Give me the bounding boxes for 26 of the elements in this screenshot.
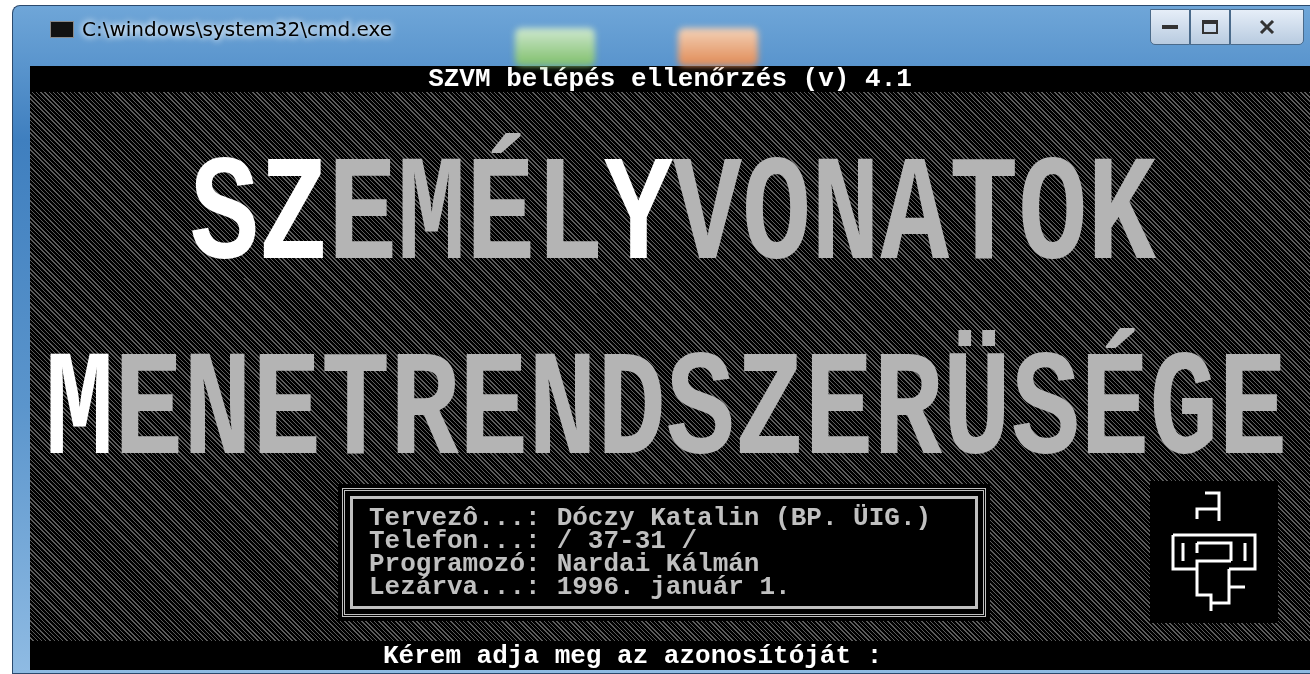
info-value: / 37-31 / — [556, 530, 698, 553]
minimize-icon — [1162, 24, 1178, 30]
info-label: Telefon...: — [369, 530, 541, 553]
banner-text: EMÉL — [328, 132, 605, 287]
banner-text: SZ — [190, 132, 329, 287]
banner-text: VONATOK — [673, 132, 1157, 287]
window-title: C:\windows\system32\cmd.exe — [82, 17, 392, 41]
info-label: Tervezô...: — [369, 507, 541, 530]
banner-text: M — [45, 327, 114, 482]
minimize-button[interactable] — [1150, 9, 1190, 45]
banner-text: Y — [604, 132, 674, 287]
close-icon — [1259, 20, 1275, 34]
blurred-icon — [678, 28, 758, 66]
prompt-text: Kérem adja meg az azonosítóját : — [383, 640, 883, 671]
console-icon — [50, 20, 74, 38]
info-value: Nardai Kálmán — [556, 553, 760, 576]
info-label: Lezárva...: — [369, 576, 541, 599]
blurred-icon — [515, 28, 595, 66]
maximize-button[interactable] — [1190, 9, 1230, 45]
close-button[interactable] — [1230, 9, 1304, 45]
info-label: Programozó: — [369, 553, 541, 576]
info-value: 1996. január 1. — [556, 576, 791, 599]
program-title: SZVM belépés ellenőrzés (v) 4.1 — [428, 64, 912, 94]
maximize-icon — [1202, 20, 1218, 34]
knot-logo-icon — [1171, 491, 1257, 613]
banner-text: ENETRENDSZERÜSÉGE — [114, 327, 1288, 482]
